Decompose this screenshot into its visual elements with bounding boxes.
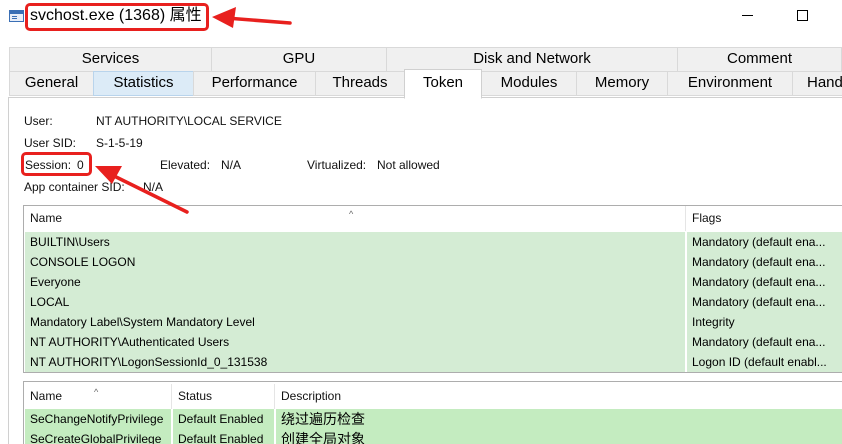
table-row[interactable]: SeChangeNotifyPrivilege Default Enabled 绕过…: [25, 409, 842, 429]
tab-strip: Services GPU Disk and Network Comment Ge…: [0, 34, 842, 99]
tab-statistics[interactable]: Statistics: [93, 71, 194, 96]
user-value: NT AUTHORITY\LOCAL SERVICE: [96, 114, 282, 128]
group-name-cell: Mandatory Label\System Mandatory Level: [25, 312, 685, 332]
tab-token[interactable]: Token: [404, 69, 482, 99]
title-highlight-box: [25, 3, 209, 31]
groups-column-flags[interactable]: Flags: [686, 206, 842, 231]
tab-gpu[interactable]: GPU: [211, 47, 387, 72]
window-app-icon: [9, 10, 24, 22]
tab-comment[interactable]: Comment: [677, 47, 842, 72]
privileges-table[interactable]: Name ^ Status Description SeChangeNotify…: [23, 381, 842, 444]
maximize-button[interactable]: [780, 0, 826, 32]
tab-modules[interactable]: Modules: [481, 71, 577, 96]
user-label: User:: [24, 114, 53, 128]
minimize-icon: [742, 15, 753, 16]
elevated-label: Elevated:: [160, 158, 211, 172]
tab-environment[interactable]: Environment: [667, 71, 793, 96]
group-name-cell: Everyone: [25, 272, 685, 292]
user-sid-value: S-1-5-19: [96, 136, 143, 150]
privilege-status-cell: Default Enabled: [173, 409, 274, 429]
table-row[interactable]: BUILTIN\Users Mandatory (default ena...: [25, 232, 842, 252]
maximize-icon: [797, 10, 808, 21]
privilege-name-cell: SeCreateGlobalPrivilege: [25, 429, 171, 444]
virtualized-value: Not allowed: [377, 158, 440, 172]
tab-performance[interactable]: Performance: [193, 71, 316, 96]
group-name-cell: LOCAL: [25, 292, 685, 312]
table-row[interactable]: SeCreateGlobalPrivilege Default Enabled 创建…: [25, 429, 842, 444]
table-row[interactable]: CONSOLE LOGON Mandatory (default ena...: [25, 252, 842, 272]
user-sid-label: User SID:: [24, 136, 77, 150]
privilege-description-cell: 绕过遍历检查: [276, 409, 842, 429]
privilege-status-cell: Default Enabled: [173, 429, 274, 444]
app-container-sid-value: N/A: [143, 180, 164, 194]
group-name-cell: BUILTIN\Users: [25, 232, 685, 252]
app-container-sid-label: App container SID:: [24, 180, 125, 194]
session-highlight-box: [21, 152, 92, 176]
tab-threads[interactable]: Threads: [315, 71, 405, 96]
privileges-column-status[interactable]: Status: [172, 384, 275, 409]
tab-memory[interactable]: Memory: [576, 71, 668, 96]
groups-table[interactable]: Name ^ Flags BUILTIN\Users Mandatory (def…: [23, 205, 842, 373]
tab-handles[interactable]: Handles: [792, 71, 842, 96]
privilege-name-cell: SeChangeNotifyPrivilege: [25, 409, 171, 429]
group-flags-cell: Mandatory (default ena...: [687, 292, 842, 312]
group-flags-cell: Mandatory (default ena...: [687, 252, 842, 272]
sort-ascending-icon: ^: [349, 209, 354, 219]
privileges-column-description[interactable]: Description: [275, 384, 842, 409]
table-row[interactable]: NT AUTHORITY\LogonSessionId_0_131538 Logo…: [25, 352, 842, 372]
sort-ascending-icon: ^: [94, 387, 99, 397]
group-flags-cell: Mandatory (default ena...: [687, 232, 842, 252]
privilege-description-cell: 创建全局对象: [276, 429, 842, 444]
groups-column-name[interactable]: Name ^: [24, 206, 686, 231]
groups-table-header: Name ^ Flags: [24, 206, 842, 231]
privileges-table-header: Name ^ Status Description: [24, 384, 842, 409]
group-flags-cell: Integrity: [687, 312, 842, 332]
group-name-cell: CONSOLE LOGON: [25, 252, 685, 272]
minimize-button[interactable]: [725, 0, 771, 32]
group-name-cell: NT AUTHORITY\LogonSessionId_0_131538: [25, 352, 685, 372]
table-row[interactable]: NT AUTHORITY\Authenticated Users Mandator…: [25, 332, 842, 352]
virtualized-label: Virtualized:: [307, 158, 367, 172]
table-row[interactable]: LOCAL Mandatory (default ena...: [25, 292, 842, 312]
tab-services[interactable]: Services: [9, 47, 212, 72]
title-bar: svchost.exe (1368) 属性: [0, 0, 842, 34]
elevated-value: N/A: [221, 158, 242, 172]
privileges-column-name[interactable]: Name ^: [24, 384, 172, 409]
group-flags-cell: Mandatory (default ena...: [687, 332, 842, 352]
table-row[interactable]: Mandatory Label\System Mandatory Level In…: [25, 312, 842, 332]
group-flags-cell: Logon ID (default enabl...: [687, 352, 842, 372]
table-row[interactable]: Everyone Mandatory (default ena...: [25, 272, 842, 292]
tab-general[interactable]: General: [9, 71, 94, 96]
group-flags-cell: Mandatory (default ena...: [687, 272, 842, 292]
group-name-cell: NT AUTHORITY\Authenticated Users: [25, 332, 685, 352]
